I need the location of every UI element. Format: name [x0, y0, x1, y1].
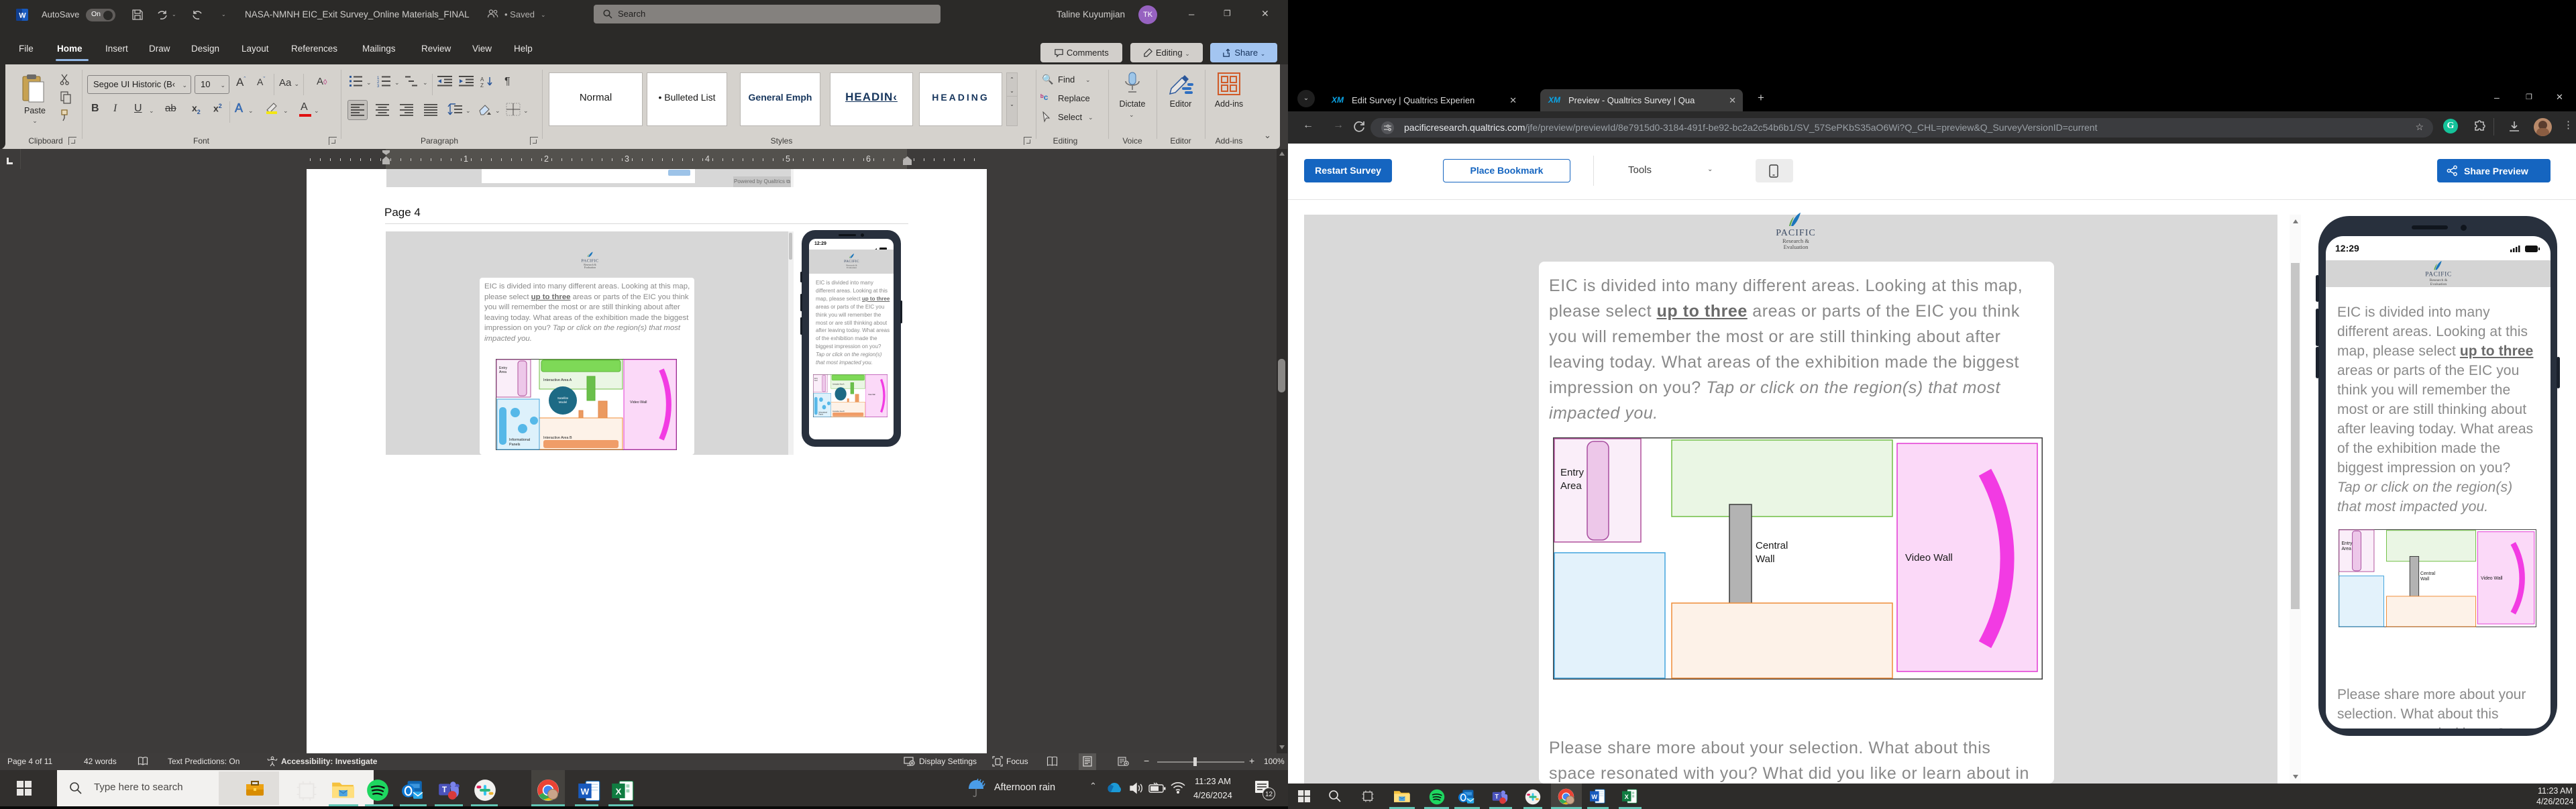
svg-text:Wall: Wall — [2420, 577, 2430, 582]
svg-text:Central: Central — [2420, 572, 2436, 576]
svg-text:PACIFIC: PACIFIC — [844, 260, 859, 264]
svg-text:PACIFIC: PACIFIC — [582, 258, 599, 263]
svg-text:Interactive Area B: Interactive Area B — [543, 436, 572, 440]
svg-text:Interactive Area A: Interactive Area A — [543, 378, 572, 382]
svg-text:Evaluation: Evaluation — [1784, 244, 1809, 250]
svg-text:Video Wall: Video Wall — [630, 400, 647, 404]
svg-text:Evaluation: Evaluation — [847, 266, 857, 269]
svg-text:Entry: Entry — [2341, 541, 2353, 546]
svg-text:Interactive Area A: Interactive Area A — [833, 383, 845, 385]
svg-text:PACIFIC: PACIFIC — [2425, 272, 2452, 278]
svg-text:A: A — [480, 76, 484, 83]
svg-text:Central: Central — [1756, 540, 1788, 551]
svg-text:T: T — [1495, 793, 1499, 800]
svg-text:Video Wall: Video Wall — [1905, 552, 1953, 563]
svg-text:Evaluation: Evaluation — [2430, 282, 2447, 286]
svg-text:3: 3 — [377, 85, 380, 87]
svg-text:Informational: Informational — [818, 411, 827, 413]
svg-text:Area: Area — [499, 370, 506, 374]
svg-text:Satellite: Satellite — [557, 396, 569, 400]
svg-text:Panels: Panels — [509, 443, 521, 447]
svg-text:Z: Z — [480, 83, 484, 87]
svg-text:Interactive Area B: Interactive Area B — [833, 411, 845, 413]
svg-text:Panels: Panels — [818, 414, 824, 416]
svg-text:Informational: Informational — [509, 438, 530, 442]
svg-text:W: W — [581, 786, 590, 796]
svg-text:X: X — [1625, 794, 1629, 800]
svg-text:Research &: Research & — [2430, 278, 2448, 282]
svg-text:W: W — [19, 12, 26, 20]
svg-text:Video Wall: Video Wall — [868, 394, 875, 396]
svg-text:Entry: Entry — [1560, 467, 1585, 478]
svg-text:Evaluation: Evaluation — [584, 266, 596, 269]
svg-text:Area: Area — [2341, 547, 2351, 551]
svg-text:Video Wall: Video Wall — [2481, 576, 2503, 581]
svg-text:T: T — [442, 786, 447, 794]
svg-text:PACIFIC: PACIFIC — [1776, 228, 1815, 238]
svg-text:Wall: Wall — [1756, 553, 1775, 565]
svg-text:Model: Model — [559, 400, 568, 404]
svg-text:Area: Area — [1560, 480, 1582, 492]
svg-text:X: X — [615, 786, 621, 796]
svg-text:W: W — [1591, 794, 1597, 800]
